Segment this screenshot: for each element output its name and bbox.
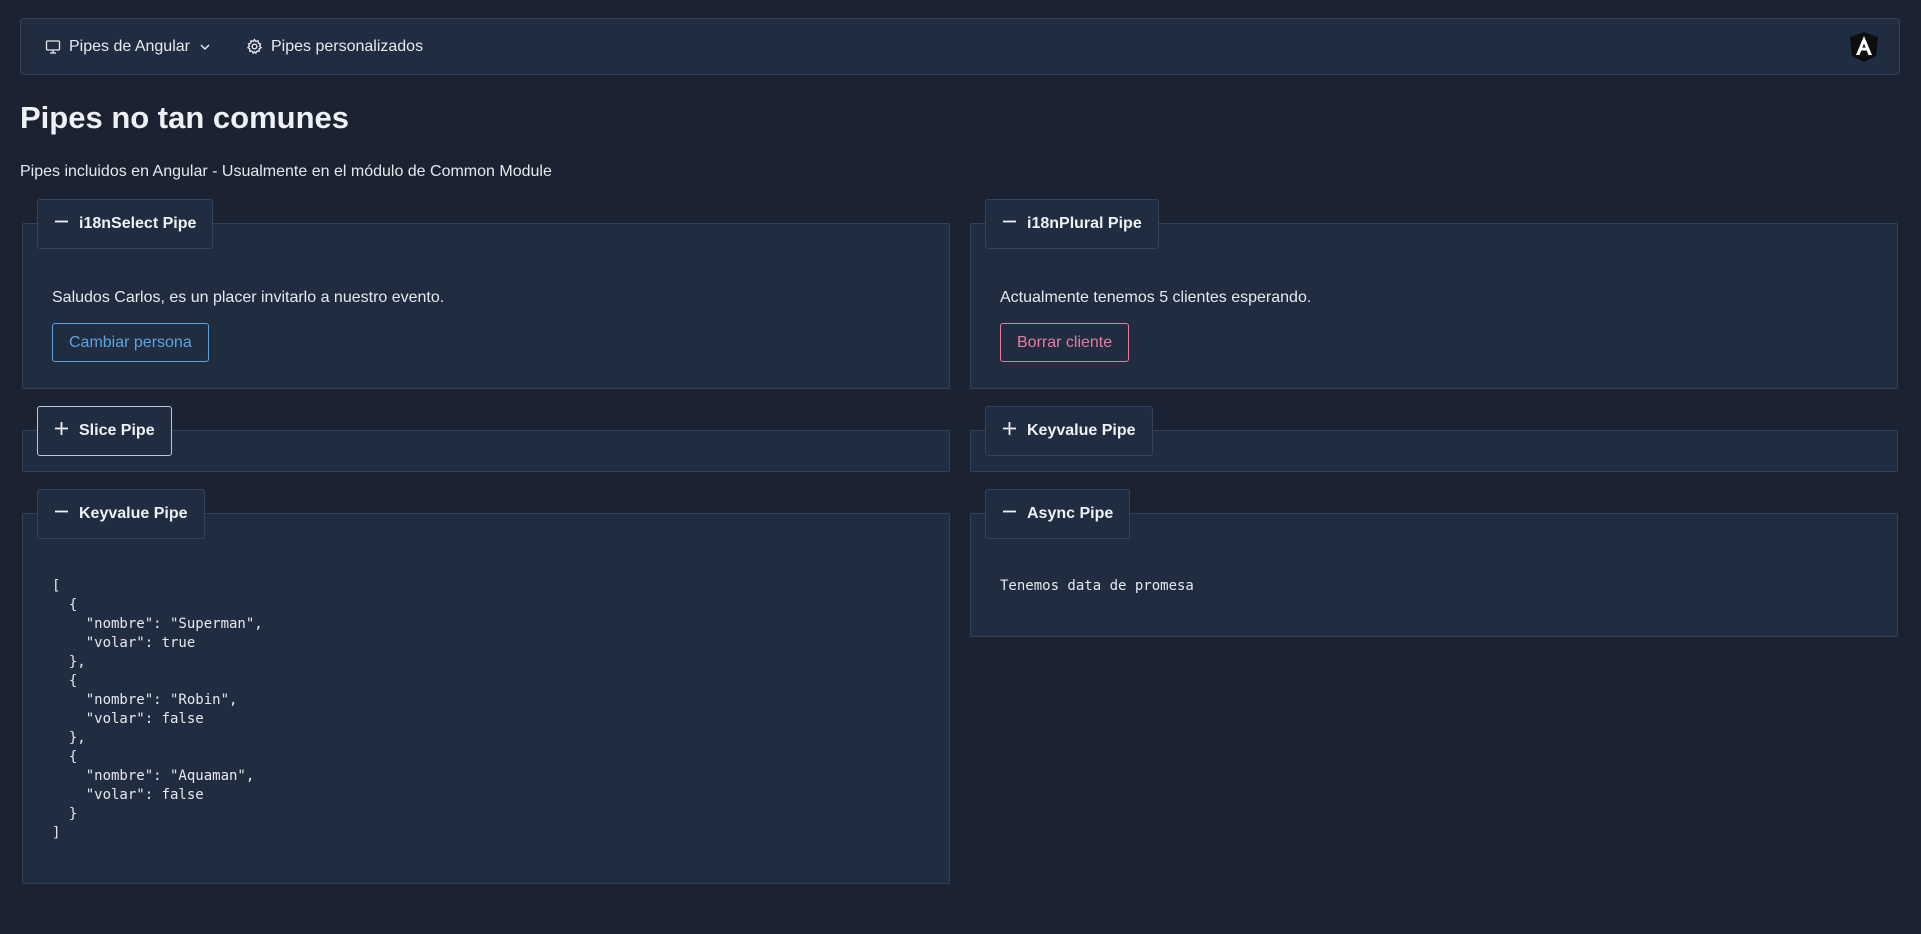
panel-slice-title: Slice Pipe: [79, 422, 155, 439]
monitor-icon: [45, 39, 61, 55]
menubar: Pipes de Angular Pipes personalizados: [20, 18, 1900, 75]
page-subtitle: Pipes incluidos en Angular - Usualmente …: [20, 163, 552, 180]
panel-keyvalue: Keyvalue Pipe [ { "nombre": "Superman", …: [22, 489, 950, 884]
i18nplural-text: Actualmente tenemos 5 clientes esperando…: [1000, 289, 1312, 306]
gear-icon: [246, 38, 263, 55]
panel-keyvalue-collapsed-title: Keyvalue Pipe: [1027, 422, 1136, 439]
panel-async: Async Pipe Tenemos data de promesa: [970, 489, 1898, 637]
page-title: Pipes no tan comunes: [20, 100, 350, 135]
keyvalue-json-output: [ { "nombre": "Superman", "volar": true …: [52, 578, 263, 841]
angular-logo-icon[interactable]: [1849, 31, 1879, 68]
panel-i18nplural-toggle[interactable]: i18nPlural Pipe: [985, 199, 1159, 249]
panel-i18nselect-toggle[interactable]: i18nSelect Pipe: [37, 199, 214, 249]
menu-pipes-angular[interactable]: Pipes de Angular: [45, 38, 212, 56]
minus-icon: [1002, 214, 1017, 234]
async-text: Tenemos data de promesa: [1000, 578, 1194, 594]
panel-keyvalue-collapsed: Keyvalue Pipe: [970, 406, 1898, 472]
panel-keyvalue-collapsed-toggle[interactable]: Keyvalue Pipe: [985, 406, 1153, 456]
chevron-down-icon: [198, 40, 212, 54]
plus-icon: [54, 421, 69, 441]
cambiar-persona-button[interactable]: Cambiar persona: [52, 323, 209, 362]
i18nselect-text: Saludos Carlos, es un placer invitarlo a…: [52, 289, 445, 306]
panel-async-title: Async Pipe: [1027, 505, 1114, 522]
minus-icon: [54, 214, 69, 234]
menu-pipes-angular-label: Pipes de Angular: [69, 37, 190, 55]
borrar-cliente-button[interactable]: Borrar cliente: [1000, 323, 1130, 362]
menu-pipes-personalizados-label: Pipes personalizados: [270, 37, 424, 55]
minus-icon: [1002, 504, 1017, 524]
panel-keyvalue-title: Keyvalue Pipe: [79, 505, 188, 522]
panel-i18nselect: i18nSelect Pipe Saludos Carlos, es un pl…: [22, 199, 950, 389]
panel-i18nselect-title: i18nSelect Pipe: [79, 215, 197, 232]
panel-i18nplural: i18nPlural Pipe Actualmente tenemos 5 cl…: [970, 199, 1898, 389]
plus-icon: [1002, 421, 1017, 441]
minus-icon: [54, 504, 69, 524]
panel-async-toggle[interactable]: Async Pipe: [985, 489, 1131, 539]
panel-slice-toggle[interactable]: Slice Pipe: [37, 406, 172, 456]
panel-i18nplural-title: i18nPlural Pipe: [1027, 215, 1142, 232]
menu-pipes-personalizados[interactable]: Pipes personalizados: [246, 38, 423, 56]
panel-keyvalue-toggle[interactable]: Keyvalue Pipe: [37, 489, 205, 539]
panel-slice: Slice Pipe: [22, 406, 950, 472]
